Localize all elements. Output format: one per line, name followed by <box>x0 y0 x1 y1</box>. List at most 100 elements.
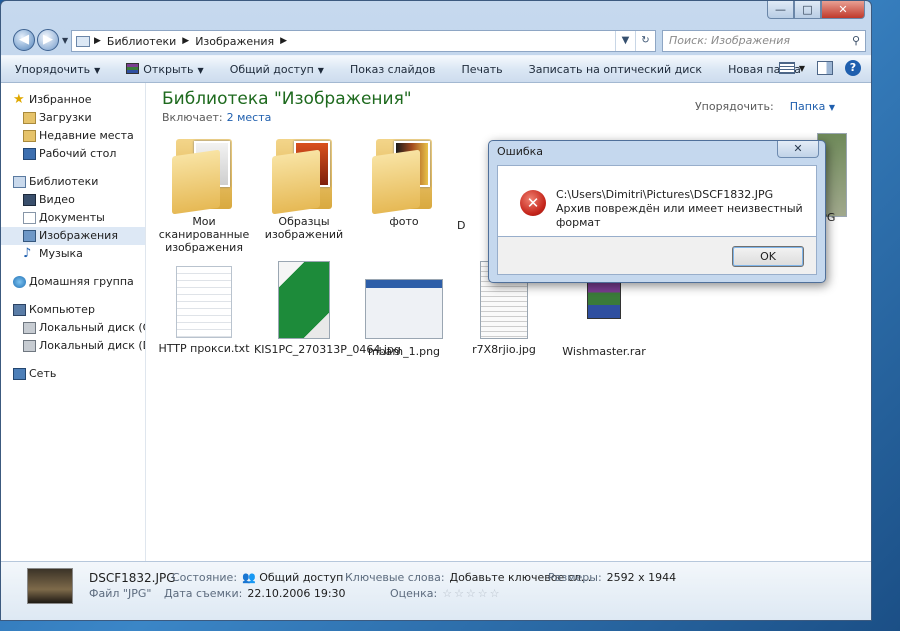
details-date: Дата съемки: 22.10.2006 19:30 <box>164 587 346 600</box>
explorer-window: — □ ✕ ◀ ▶ ▼ ▶ Библиотеки ▶ Изображения ▶… <box>0 0 872 621</box>
sidebar-item-libraries[interactable]: Библиотеки <box>1 173 145 191</box>
folder-sample-pictures[interactable]: Образцы изображений <box>254 133 354 241</box>
organize-button[interactable]: Упорядочить ▼ <box>15 63 100 76</box>
library-includes: Включает: 2 места <box>162 111 272 124</box>
sidebar-item-music[interactable]: ♪ Музыка <box>1 245 145 263</box>
selected-file-thumbnail <box>27 568 73 604</box>
details-rating[interactable]: Оценка: ☆☆☆☆☆ <box>390 587 502 600</box>
caption-buttons: — □ ✕ <box>767 1 865 19</box>
folder-icon <box>272 133 336 215</box>
dialog-close-button[interactable]: ✕ <box>777 141 819 158</box>
item-label: r7X8rjio.jpg <box>472 343 536 356</box>
chevron-right-icon[interactable]: ▶ <box>94 36 101 46</box>
recent-pages-dropdown-icon[interactable]: ▼ <box>62 36 68 45</box>
open-button[interactable]: Открыть ▼ <box>126 62 204 76</box>
winrar-icon <box>126 62 140 74</box>
command-bar: Упорядочить ▼ Открыть ▼ Общий доступ ▼ Пока… <box>1 55 871 83</box>
file-wishmaster-rar[interactable]: Wishmaster.rar <box>554 279 654 358</box>
help-icon[interactable]: ? <box>845 60 861 76</box>
view-dropdown-icon[interactable]: ▼ <box>799 64 805 73</box>
share-button[interactable]: Общий доступ ▼ <box>230 63 324 76</box>
minimize-button[interactable]: — <box>767 1 794 19</box>
slideshow-button[interactable]: Показ слайдов <box>350 63 436 76</box>
dialog-title: Ошибка <box>497 145 544 158</box>
folder-scanned-images[interactable]: Мои сканированные изображения <box>154 133 254 254</box>
users-icon: 👥 <box>242 571 256 584</box>
details-filetype: Файл "JPG" <box>89 587 152 600</box>
dialog-message: C:\Users\Dimitri\Pictures\DSCF1832.JPG А… <box>556 188 816 230</box>
error-dialog: Ошибка ✕ ✕ C:\Users\Dimitri\Pictures\DSC… <box>488 140 826 283</box>
winrar-archive-icon <box>587 279 621 319</box>
address-bar[interactable]: ▶ Библиотеки ▶ Изображения ▶ ▼ ↻ <box>71 30 656 52</box>
sidebar-item-favorites[interactable]: ★ Избранное <box>1 91 145 109</box>
dialog-footer: OK <box>497 237 817 275</box>
sidebar-item-desktop[interactable]: Рабочий стол <box>1 145 145 163</box>
title-bar: — □ ✕ <box>1 1 871 25</box>
search-input[interactable]: Поиск: Изображения ⚲ <box>662 30 866 52</box>
forward-button[interactable]: ▶ <box>37 29 59 51</box>
details-pane: DSCF1832.JPG Файл "JPG" Состояние: 👥 Общи… <box>1 561 871 620</box>
folder-icon <box>372 133 436 215</box>
chevron-right-icon[interactable]: ▶ <box>280 36 287 46</box>
file-kis1pc-jpg[interactable]: KIS1PC_270313P_0464.jpg <box>254 261 401 356</box>
burn-disc-button[interactable]: Записать на оптический диск <box>529 63 702 76</box>
sidebar-item-disk-c[interactable]: Локальный диск (C:) <box>1 319 145 337</box>
file-mbam-png[interactable]: mbam_1.png <box>354 279 454 358</box>
back-button[interactable]: ◀ <box>13 29 35 51</box>
video-icon <box>23 194 36 206</box>
image-thumbnail <box>278 261 330 339</box>
sidebar-item-homegroup[interactable]: Домашняя группа <box>1 273 145 291</box>
item-label: KIS1PC_270313P_0464.jpg <box>254 343 401 356</box>
search-icon[interactable]: ⚲ <box>852 31 860 51</box>
preview-pane-icon[interactable] <box>817 61 833 75</box>
breadcrumb-images[interactable]: Изображения <box>195 35 274 48</box>
text-file-icon <box>176 266 232 338</box>
navigation-bar: ◀ ▶ ▼ ▶ Библиотеки ▶ Изображения ▶ ▼ ↻ П… <box>1 25 871 55</box>
item-label: фото <box>389 215 419 228</box>
sidebar-item-downloads[interactable]: Загрузки <box>1 109 145 127</box>
chevron-right-icon[interactable]: ▶ <box>182 36 189 46</box>
breadcrumb-libraries[interactable]: Библиотеки <box>107 35 176 48</box>
arrange-by: Упорядочить: Папка ▼ <box>694 100 835 113</box>
library-title: Библиотека "Изображения" <box>162 89 412 109</box>
drive-icon <box>23 340 36 352</box>
close-button[interactable]: ✕ <box>821 1 865 19</box>
arrange-dropdown[interactable]: Папка ▼ <box>790 100 835 113</box>
details-state: Состояние: 👥 Общий доступ <box>172 571 344 584</box>
sidebar-item-network[interactable]: Сеть <box>1 365 145 383</box>
item-label: Wishmaster.rar <box>562 345 646 358</box>
documents-icon <box>23 212 36 224</box>
recent-places-icon <box>23 130 36 142</box>
details-size: Размеры: 2592 x 1944 <box>548 571 677 584</box>
ok-button[interactable]: OK <box>732 246 804 267</box>
rating-stars[interactable]: ☆☆☆☆☆ <box>442 587 501 600</box>
sidebar-item-documents[interactable]: Документы <box>1 209 145 227</box>
file-partially-hidden[interactable]: D <box>457 133 487 232</box>
sidebar-item-recent[interactable]: Недавние места <box>1 127 145 145</box>
item-label: Мои сканированные изображения <box>158 215 250 254</box>
error-path: C:\Users\Dimitri\Pictures\DSCF1832.JPG <box>556 188 774 201</box>
sidebar-item-images[interactable]: Изображения <box>1 227 145 245</box>
search-placeholder: Поиск: Изображения <box>669 34 790 47</box>
drive-icon <box>23 322 36 334</box>
folder-photo[interactable]: фото <box>354 133 454 228</box>
maximize-button[interactable]: □ <box>794 1 821 19</box>
change-view-icon[interactable] <box>778 62 795 74</box>
star-icon: ★ <box>13 92 25 107</box>
refresh-icon[interactable]: ↻ <box>635 31 655 51</box>
address-history-dropdown-icon[interactable]: ▼ <box>615 31 635 51</box>
print-button[interactable]: Печать <box>461 63 502 76</box>
sidebar-item-disk-d[interactable]: Локальный диск (D:) <box>1 337 145 355</box>
file-http-proxy-txt[interactable]: HTTP прокси.txt <box>154 266 254 355</box>
desktop-icon <box>23 148 36 160</box>
item-label: Образцы изображений <box>264 215 344 241</box>
details-filename: DSCF1832.JPG <box>89 571 176 585</box>
dialog-body: ✕ C:\Users\Dimitri\Pictures\DSCF1832.JPG… <box>497 165 817 237</box>
downloads-icon <box>23 112 36 124</box>
computer-icon <box>13 304 26 316</box>
images-icon <box>23 230 36 242</box>
homegroup-icon <box>13 276 26 288</box>
sidebar-item-video[interactable]: Видео <box>1 191 145 209</box>
locations-link[interactable]: 2 места <box>227 111 272 124</box>
sidebar-item-computer[interactable]: Компьютер <box>1 301 145 319</box>
